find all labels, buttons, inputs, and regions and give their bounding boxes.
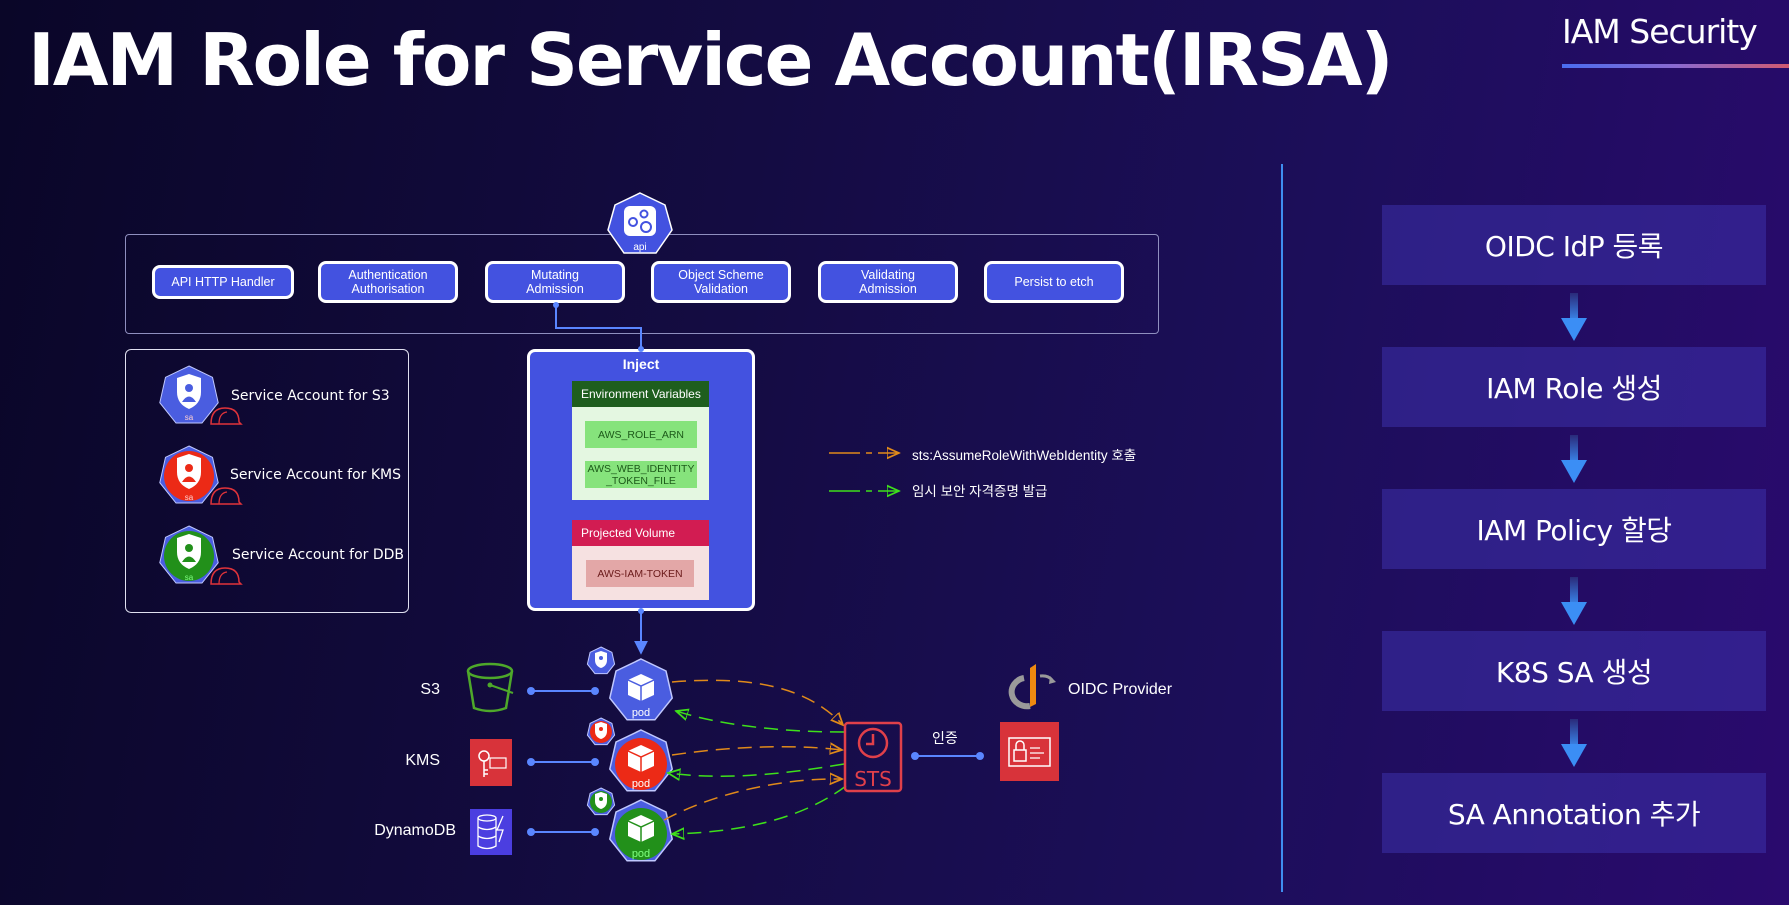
- flow-step-sa-annotation: SA Annotation 추가: [1382, 773, 1766, 853]
- iam-role-helmet-icon: [210, 567, 243, 585]
- iam-identity-provider-icon: [1000, 722, 1059, 781]
- sa-icon-label: sa: [185, 413, 194, 422]
- kms-key-icon: [470, 739, 512, 786]
- pod-icon-s3: pod: [608, 658, 674, 721]
- sa-icon-2: sa: [159, 445, 219, 504]
- pod-sa-badge-icon: [586, 646, 616, 675]
- openid-logo-icon: [1008, 664, 1056, 710]
- sts-oidc-connector: [911, 752, 984, 760]
- flow-step-k8s-sa: K8S SA 생성: [1382, 631, 1766, 711]
- sa-icon-label: sa: [185, 493, 194, 502]
- sa-icon-label: sa: [185, 573, 194, 582]
- api-server-icon: api: [607, 192, 673, 254]
- flow-arrow-icon: [1561, 577, 1587, 625]
- sts-label: STS: [854, 767, 892, 791]
- flow-step-oidc-idp: OIDC IdP 등록: [1382, 205, 1766, 285]
- iam-role-helmet-icon: [210, 487, 243, 505]
- mutating-to-inject-connector: [555, 305, 642, 349]
- dynamodb-icon: [470, 809, 512, 855]
- sa-icon-3: sa: [159, 525, 219, 584]
- flow-step-iam-policy: IAM Policy 할당: [1382, 489, 1766, 569]
- pod-icon-dynamodb: pod: [608, 799, 674, 862]
- diagram-graphics: api sa sa sa pod pod pod STS: [159, 192, 1587, 862]
- kms-pod-connector: [527, 758, 599, 766]
- vertical-divider: [1281, 164, 1283, 892]
- flow-arrow-icon: [1561, 435, 1587, 483]
- pod-label: pod: [632, 778, 650, 790]
- iam-role-helmet-icon: [210, 407, 243, 425]
- pod-sa-badge-icon: [586, 787, 616, 816]
- pod-sa-badge-icon: [586, 717, 616, 746]
- flow-step-iam-role: IAM Role 생성: [1382, 347, 1766, 427]
- sts-call-flows: [663, 679, 847, 834]
- flow-arrow-icon: [1561, 719, 1587, 767]
- flow-arrow-icon: [1561, 293, 1587, 341]
- s3-bucket-icon: [466, 662, 514, 713]
- sts-icon: STS: [843, 721, 903, 793]
- pod-label: pod: [632, 848, 650, 860]
- sa-icon-1: sa: [159, 365, 219, 424]
- api-icon-label: api: [633, 242, 646, 253]
- s3-pod-connector: [527, 687, 599, 695]
- pod-icon-kms: pod: [608, 729, 674, 792]
- ddb-pod-connector: [527, 828, 599, 836]
- pod-label: pod: [632, 707, 650, 719]
